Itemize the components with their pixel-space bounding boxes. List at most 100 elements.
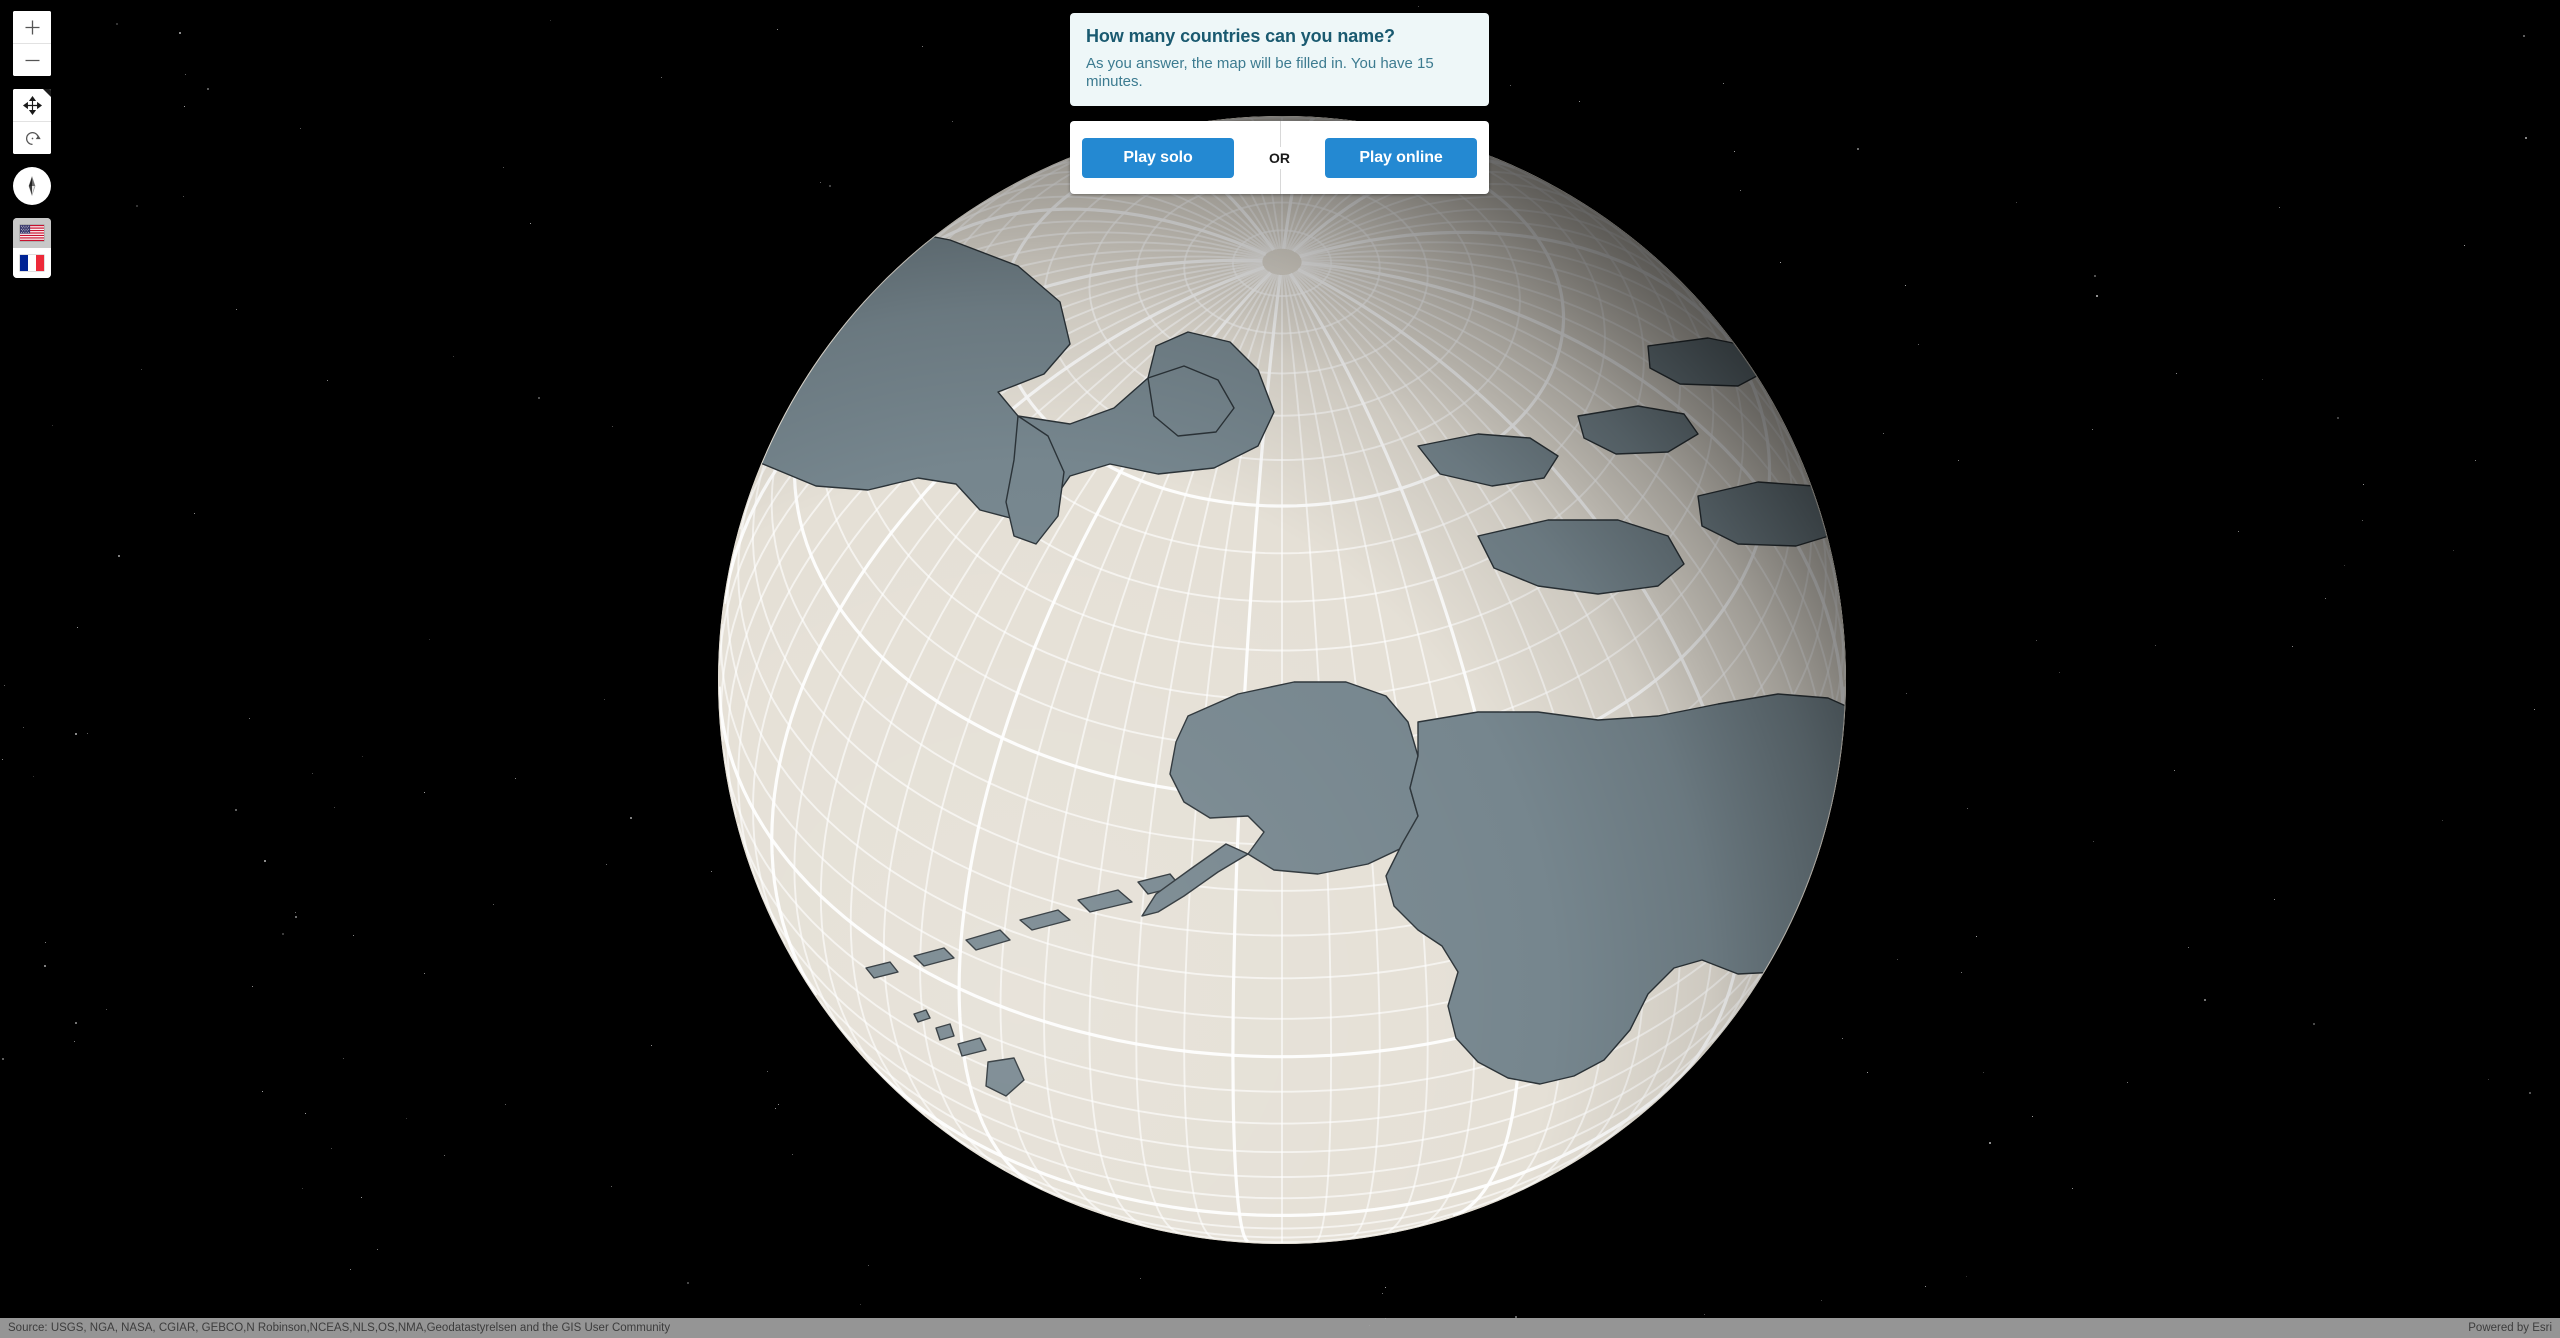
star (2337, 417, 2339, 419)
star (185, 74, 186, 75)
star (922, 46, 923, 47)
zoom-controls-group (13, 11, 51, 76)
star (2534, 709, 2535, 710)
star (2475, 460, 2476, 461)
land-aleutian-1 (865, 961, 899, 979)
land-ellesmere-south (1577, 405, 1699, 455)
globe-view[interactable] (678, 76, 1886, 1284)
star (2274, 899, 2275, 900)
star (2127, 1082, 2128, 1083)
rotate-reset-button[interactable] (13, 121, 51, 154)
star (2523, 35, 2525, 37)
star (2174, 770, 2175, 771)
france-flag-icon (20, 255, 44, 271)
intro-dialog: How many countries can you name? As you … (1070, 13, 1489, 195)
star (295, 916, 297, 918)
star (118, 555, 120, 557)
plus-icon (25, 20, 39, 34)
star (711, 871, 712, 872)
zoom-in-button[interactable] (13, 11, 51, 43)
star (1989, 1142, 1991, 1144)
star (1140, 1278, 1141, 1279)
star (312, 773, 313, 774)
powered-by-esri-label: Powered by Esri (2468, 1322, 2552, 1334)
star (429, 639, 430, 640)
star (183, 196, 184, 197)
land-north-america-main (1385, 693, 1845, 1085)
compass-button[interactable] (13, 167, 51, 205)
star (2464, 245, 2465, 246)
star (361, 1197, 362, 1198)
star (2488, 1079, 2489, 1080)
star (2525, 137, 2527, 139)
star (282, 933, 284, 935)
pan-dropdown-indicator-icon[interactable] (43, 89, 51, 97)
star (74, 1041, 75, 1042)
star (868, 1265, 869, 1266)
star (2279, 207, 2280, 208)
star (1976, 936, 1977, 937)
star (777, 29, 778, 30)
star (75, 733, 77, 735)
navigation-controls-group (13, 89, 51, 154)
flag-button-france[interactable] (13, 248, 51, 278)
star (1883, 433, 1884, 434)
star (612, 426, 613, 427)
star (2188, 947, 2189, 948)
pan-move-icon (22, 95, 42, 115)
star (252, 986, 253, 987)
star (1418, 6, 1419, 7)
star (305, 1113, 306, 1114)
star (2363, 484, 2364, 485)
star (2155, 645, 2156, 646)
star (2238, 531, 2239, 532)
star (362, 756, 363, 757)
minus-icon (25, 59, 39, 61)
star (604, 699, 605, 700)
globe-sphere[interactable] (718, 116, 1846, 1244)
star (530, 223, 531, 224)
star (4, 685, 5, 686)
star (1966, 1276, 1967, 1277)
dialog-header-card: How many countries can you name? As you … (1070, 13, 1489, 107)
land-banks-island (1417, 433, 1559, 487)
star (1579, 101, 1580, 102)
star (2292, 646, 2293, 647)
land-aleutian-2 (913, 947, 955, 967)
play-online-button[interactable]: Play online (1325, 137, 1477, 178)
star (334, 807, 335, 808)
star (651, 1045, 652, 1046)
land-polygons (719, 223, 1845, 1203)
star (424, 973, 425, 974)
attribution-bar: Source: USGS, NGA, NASA, CGIAR, GEBCO,N … (0, 1318, 2560, 1338)
star (353, 935, 354, 936)
star (52, 425, 53, 426)
star (106, 1009, 107, 1010)
land-aleutian-4 (1019, 909, 1071, 931)
star (33, 776, 34, 777)
star (327, 380, 328, 381)
attribution-source-text: Source: USGS, NGA, NASA, CGIAR, GEBCO,N … (8, 1322, 671, 1334)
star (2016, 202, 2017, 203)
flag-button-united-states[interactable] (13, 218, 51, 248)
star (179, 32, 181, 34)
landmass-layer (719, 223, 1845, 1203)
play-solo-button[interactable]: Play solo (1082, 137, 1234, 178)
star (2032, 1116, 2033, 1117)
land-arctic-island (1777, 353, 1845, 405)
app-root: How many countries can you name? As you … (0, 0, 2560, 1338)
star (424, 792, 425, 793)
star (184, 106, 185, 107)
star (2059, 672, 2060, 673)
pan-button[interactable] (13, 89, 51, 121)
star (45, 942, 46, 943)
star (1905, 285, 1906, 286)
star (2453, 550, 2454, 551)
star (1925, 1286, 1926, 1287)
star (1918, 344, 1919, 345)
star (493, 904, 494, 905)
star (2204, 999, 2206, 1001)
star (1897, 959, 1898, 960)
zoom-out-button[interactable] (13, 43, 51, 76)
star (444, 1155, 445, 1156)
